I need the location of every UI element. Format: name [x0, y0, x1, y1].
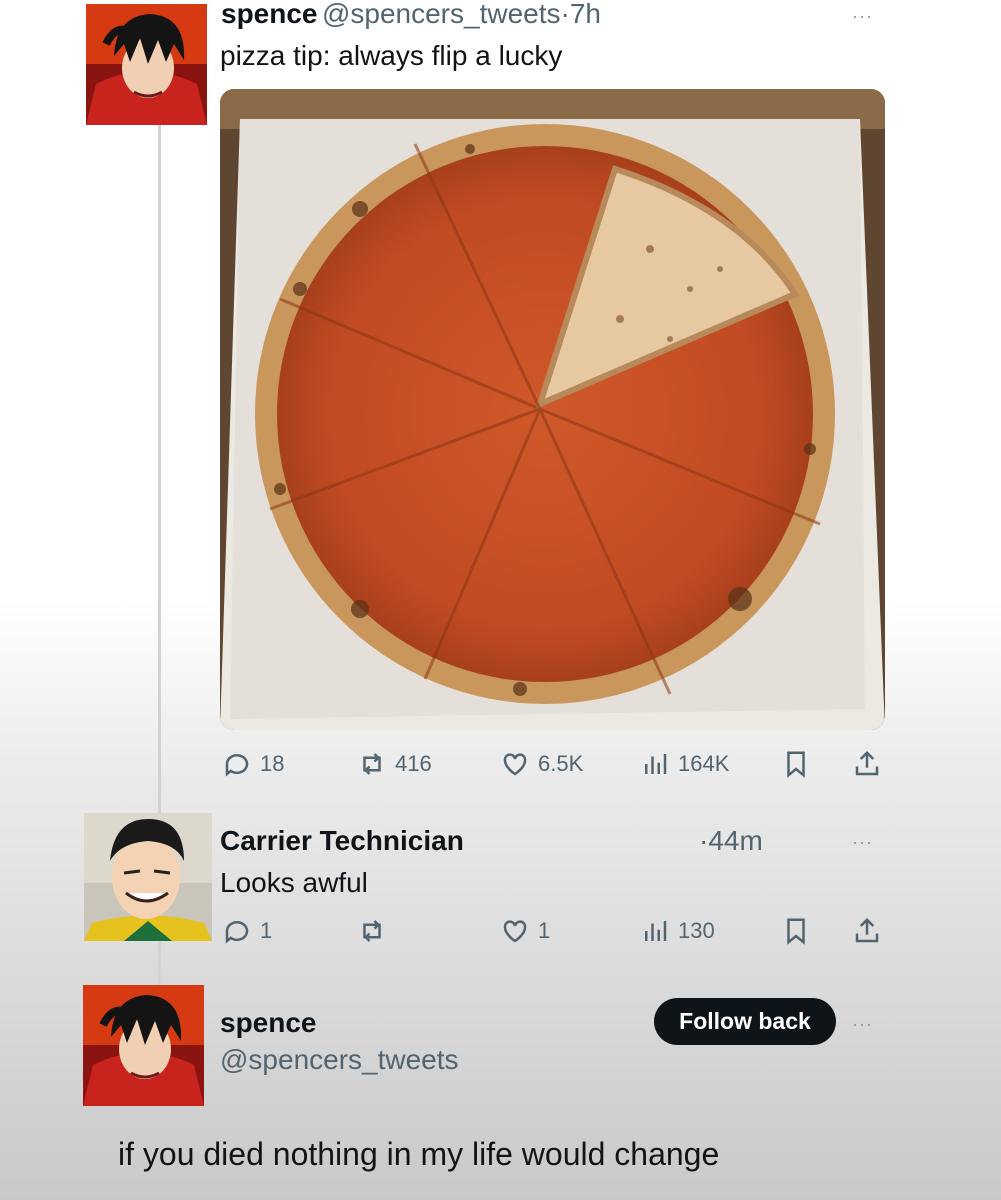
like-button[interactable]: 6.5K: [500, 749, 583, 779]
heart-icon: [503, 920, 527, 943]
profile-more-options-icon[interactable]: ···: [852, 1014, 873, 1035]
reply-bookmark-button[interactable]: [781, 916, 811, 946]
bookmark-button[interactable]: [781, 749, 811, 779]
reply-icon: [225, 754, 249, 777]
pizza-photo-icon: [220, 89, 885, 730]
retweet-icon: [363, 920, 381, 942]
reply-more-options-icon[interactable]: ···: [852, 832, 873, 853]
follow-back-button[interactable]: Follow back: [654, 998, 836, 1045]
heart-icon: [503, 753, 527, 776]
like-count: 6.5K: [538, 751, 584, 776]
reply-time[interactable]: ·44m: [699, 825, 763, 857]
author-handle[interactable]: @spencers_tweets: [322, 0, 561, 29]
more-options-icon[interactable]: ···: [852, 6, 873, 27]
bookmark-icon: [787, 918, 805, 945]
views-icon: [645, 754, 667, 774]
reply-share-button[interactable]: [852, 916, 882, 946]
share-icon: [855, 917, 879, 943]
reply-like-count: 1: [538, 918, 551, 943]
retweet-button[interactable]: 416: [357, 749, 432, 779]
tweet-time[interactable]: 7h: [570, 0, 601, 29]
reply-icon: [225, 921, 249, 944]
reply-count: 18: [260, 751, 285, 776]
profile-handle[interactable]: @spencers_tweets: [220, 1044, 459, 1076]
views-icon: [645, 921, 667, 941]
share-icon: [855, 750, 879, 776]
retweet-count: 416: [395, 751, 432, 776]
reply-reply-count: 1: [260, 918, 273, 943]
avatar-carrier-technician[interactable]: [84, 813, 212, 941]
bookmark-icon: [787, 751, 805, 778]
tweet-text: pizza tip: always flip a lucky: [220, 40, 563, 71]
reply-button[interactable]: 18: [222, 749, 284, 779]
reply-text: Looks awful: [220, 867, 368, 898]
separator-dot: ·: [560, 0, 570, 29]
views-count: 164K: [678, 751, 730, 776]
caption-text: if you died nothing in my life would cha…: [118, 1136, 720, 1172]
reply-retweet-button[interactable]: [357, 916, 395, 946]
author-name[interactable]: spence: [221, 0, 318, 29]
reply-reply-button[interactable]: 1: [222, 916, 272, 946]
reply-views-count: 130: [678, 918, 715, 943]
avatar-spence[interactable]: [86, 4, 207, 125]
profile-name[interactable]: spence: [220, 1007, 317, 1039]
avatar-spence-profile[interactable]: [83, 985, 204, 1106]
reply-like-button[interactable]: 1: [500, 916, 550, 946]
views-button[interactable]: 164K: [640, 749, 729, 779]
tweet-header: spence @spencers_tweets·7h: [221, 0, 601, 30]
reply-author-name[interactable]: Carrier Technician: [220, 825, 464, 857]
retweet-icon: [363, 753, 381, 775]
tweet-image[interactable]: [220, 89, 885, 730]
reply-views-button[interactable]: 130: [640, 916, 715, 946]
share-button[interactable]: [852, 749, 882, 779]
